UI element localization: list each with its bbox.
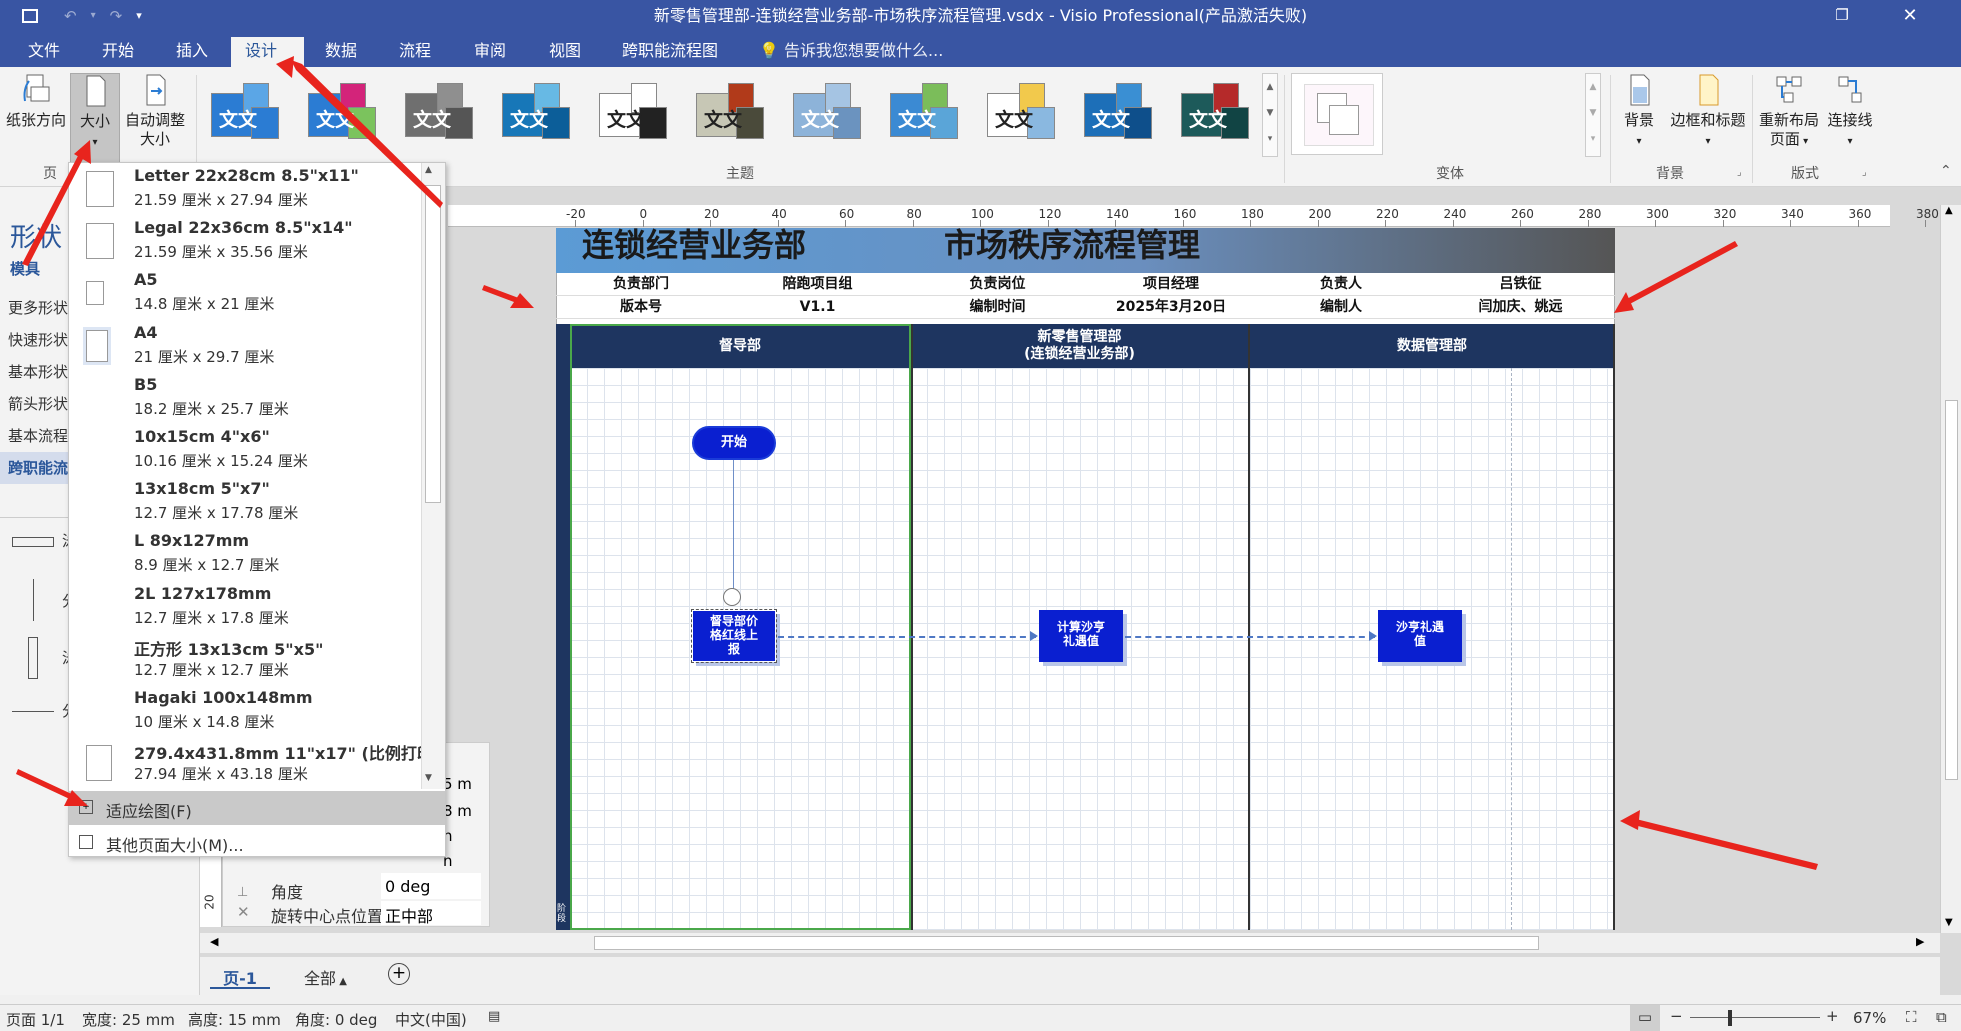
red-arrow <box>1630 818 1818 870</box>
red-arrow <box>1620 810 1640 830</box>
annotation-arrows <box>16 56 1818 870</box>
red-arrow <box>291 60 443 208</box>
red-arrow <box>1623 241 1738 306</box>
red-arrow <box>276 56 294 78</box>
red-arrow <box>22 150 86 266</box>
